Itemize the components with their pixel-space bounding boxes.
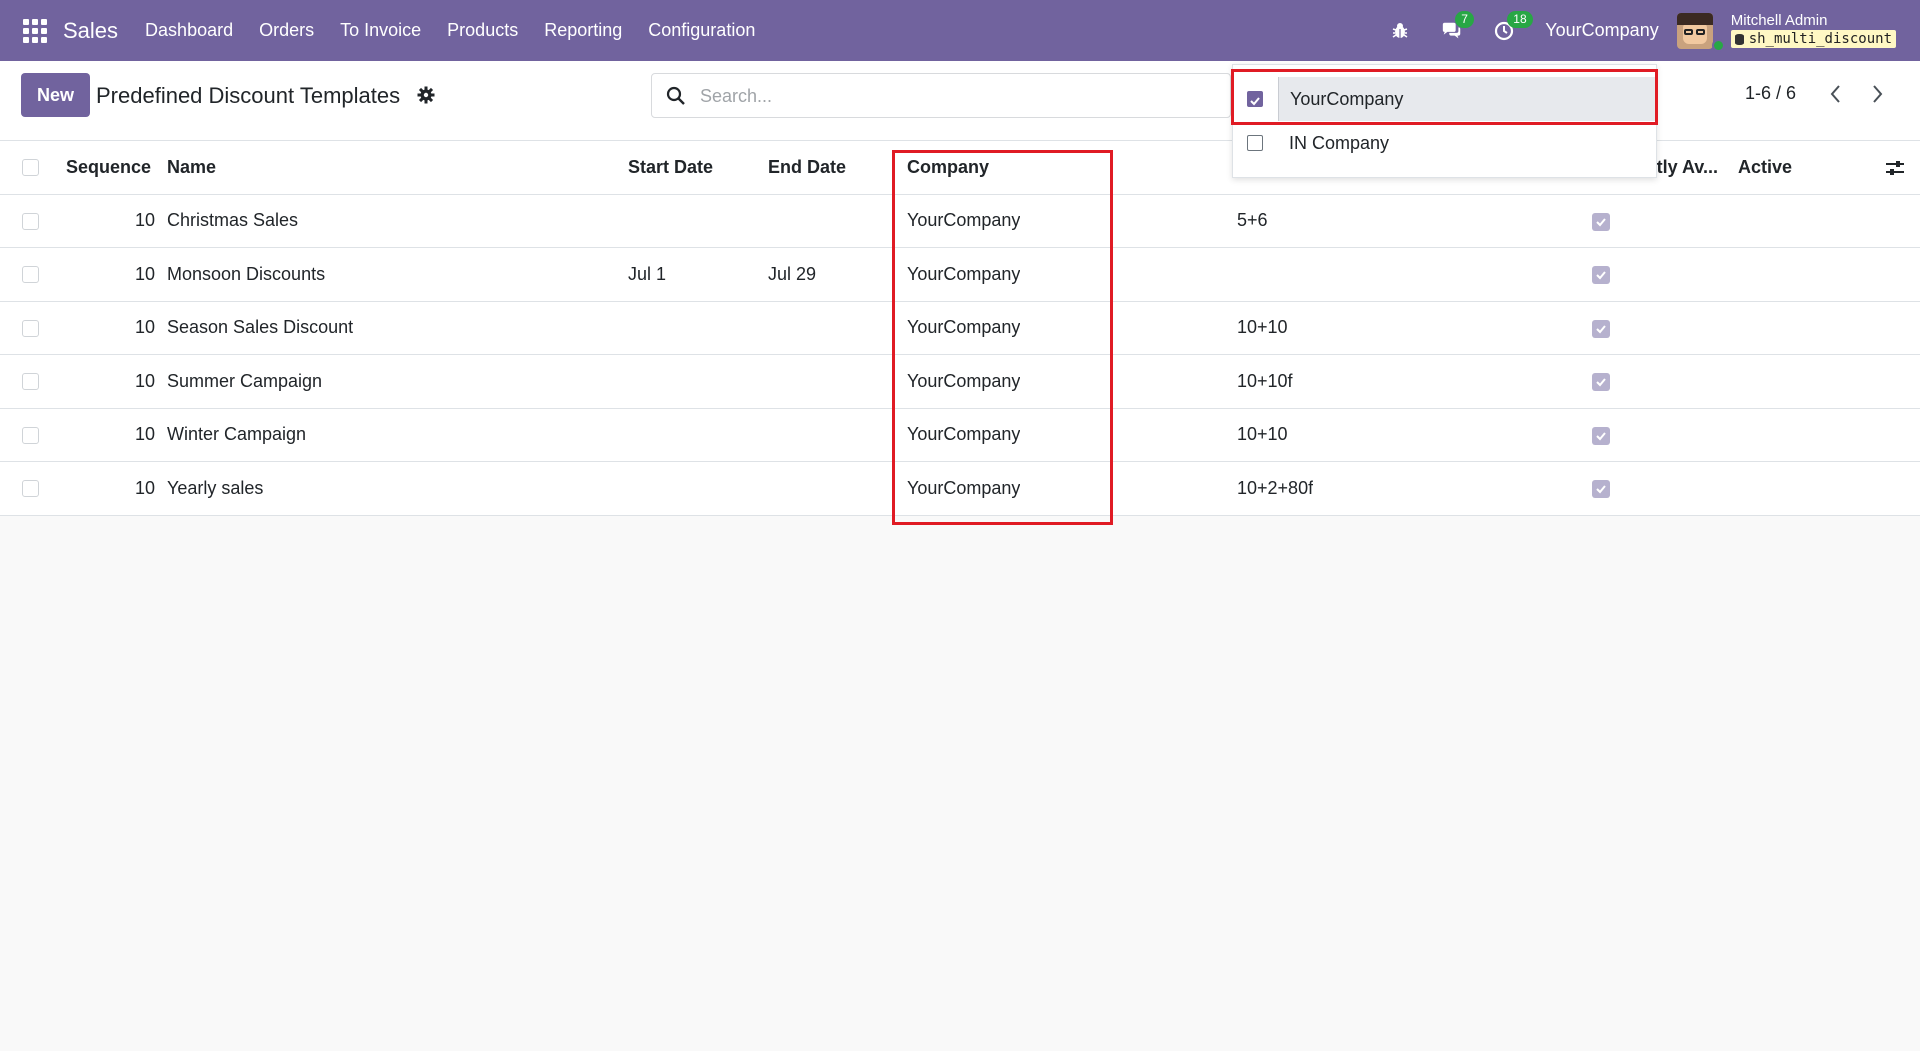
activities-clock-icon[interactable]: 18: [1493, 10, 1533, 42]
menu-to-invoice[interactable]: To Invoice: [327, 0, 434, 61]
company-option-checkbox[interactable]: [1247, 135, 1263, 151]
menu-products[interactable]: Products: [434, 0, 531, 61]
cell-sequence: 10: [134, 477, 155, 498]
debug-bug-icon[interactable]: [1389, 20, 1411, 42]
page-title: Predefined Discount Templates: [96, 83, 401, 108]
row-select-checkbox[interactable]: [22, 319, 39, 337]
pager-value[interactable]: 1-6 / 6: [1745, 83, 1796, 104]
database-name: sh_multi_discount: [1748, 31, 1892, 47]
company-option-label[interactable]: IN Company: [1278, 121, 1658, 165]
cell-name: Winter Campaign: [167, 424, 307, 445]
column-header-active[interactable]: Active: [1738, 141, 1792, 194]
cell-company: YourCompany: [907, 477, 1021, 498]
search-input[interactable]: [700, 82, 1200, 110]
cell-name: Season Sales Discount: [167, 317, 354, 338]
cell-name: Christmas Sales: [167, 210, 299, 231]
top-navbar: Sales Dashboard Orders To Invoice Produc…: [0, 0, 1920, 61]
app-name[interactable]: Sales: [63, 18, 118, 44]
table-row[interactable]: 10 Winter Campaign YourCompany 10+10: [0, 408, 1920, 462]
user-menu[interactable]: Mitchell Admin sh_multi_discount: [1730, 12, 1896, 48]
cell-end-date: Jul 29: [768, 263, 817, 284]
cell-sequence: 10: [134, 370, 155, 391]
company-option-in-company[interactable]: IN Company: [1233, 121, 1658, 165]
online-status-dot: [1711, 38, 1725, 52]
company-option-checkbox[interactable]: [1247, 91, 1263, 107]
cell-discount: 5+6: [1237, 210, 1268, 231]
optional-columns-sliders-icon[interactable]: [1885, 158, 1905, 178]
apps-grid-icon[interactable]: [23, 18, 47, 43]
row-select-checkbox[interactable]: [22, 373, 39, 390]
cell-name: Yearly sales: [167, 477, 264, 498]
search-icon: [666, 86, 686, 106]
company-option-yourcompany[interactable]: YourCompany: [1233, 77, 1658, 121]
company-switcher[interactable]: YourCompany: [1545, 20, 1658, 41]
cell-discount: 10+10: [1237, 317, 1288, 338]
active-checkbox-readonly: [1592, 373, 1610, 391]
cell-sequence: 10: [134, 424, 155, 445]
menu-configuration[interactable]: Configuration: [635, 0, 768, 61]
search-box: [651, 73, 1231, 118]
active-checkbox-readonly: [1592, 212, 1610, 231]
table-row[interactable]: 10 Season Sales Discount YourCompany 10+10: [0, 301, 1920, 355]
column-header-company[interactable]: Company: [907, 141, 989, 194]
cell-sequence: 10: [134, 263, 155, 284]
activities-count-badge: 18: [1507, 10, 1533, 28]
table-row[interactable]: 10 Monsoon Discounts Jul 1 Jul 29 YourCompan…: [0, 248, 1920, 302]
table-body: 10 Christmas Sales YourCompany 5+6 10 Monsoon…: [0, 194, 1920, 516]
gear-icon[interactable]: [417, 86, 435, 104]
cell-start-date: Jul 1: [628, 263, 667, 284]
select-all-checkbox[interactable]: [22, 159, 39, 176]
row-select-checkbox[interactable]: [22, 266, 39, 283]
cell-discount: 10+10f: [1237, 370, 1293, 391]
list-table: Sequence Name Start Date End Date Compan…: [0, 141, 1920, 516]
cell-company: YourCompany: [907, 370, 1021, 391]
column-header-name[interactable]: Name: [167, 141, 216, 194]
database-icon: [1734, 33, 1744, 45]
menu-orders[interactable]: Orders: [246, 0, 327, 61]
column-header-sequence[interactable]: Sequence: [66, 141, 151, 194]
cell-sequence: 10: [134, 317, 155, 338]
menu-reporting[interactable]: Reporting: [531, 0, 635, 61]
messages-chat-icon[interactable]: 7: [1441, 10, 1474, 42]
active-checkbox-readonly: [1592, 266, 1610, 284]
pager-next-icon[interactable]: [1867, 83, 1887, 105]
company-option-label[interactable]: YourCompany: [1278, 77, 1658, 121]
pager-previous-icon[interactable]: [1826, 83, 1846, 105]
row-select-checkbox[interactable]: [22, 426, 39, 444]
active-checkbox-readonly: [1592, 319, 1610, 338]
database-badge: sh_multi_discount: [1730, 30, 1896, 48]
cell-discount: 10+2+80f: [1237, 477, 1314, 498]
row-select-checkbox[interactable]: [22, 212, 39, 230]
new-button[interactable]: New: [21, 73, 90, 117]
active-checkbox-readonly: [1592, 480, 1610, 498]
cell-company: YourCompany: [907, 317, 1021, 338]
cell-sequence: 10: [134, 210, 155, 231]
cell-discount: 10+10: [1237, 424, 1288, 445]
column-header-start-date[interactable]: Start Date: [628, 141, 713, 194]
main-menu: Dashboard Orders To Invoice Products Rep…: [132, 0, 768, 61]
table-row[interactable]: 10 Summer Campaign YourCompany 10+10f: [0, 355, 1920, 409]
active-checkbox-readonly: [1592, 426, 1610, 445]
avatar: [1676, 12, 1713, 49]
table-row[interactable]: 10 Christmas Sales YourCompany 5+6: [0, 194, 1920, 248]
column-header-end-date[interactable]: End Date: [768, 141, 846, 194]
menu-dashboard[interactable]: Dashboard: [132, 0, 246, 61]
navbar-systray: 7 18 YourCompany Mitchell Admin sh_multi…: [1389, 0, 1920, 61]
user-name: Mitchell Admin: [1730, 12, 1828, 29]
table-row[interactable]: 10 Yearly sales YourCompany 10+2+80f: [0, 462, 1920, 516]
cell-name: Summer Campaign: [167, 370, 323, 391]
cell-company: YourCompany: [907, 424, 1021, 445]
cell-company: YourCompany: [907, 263, 1021, 284]
user-avatar-wrap[interactable]: [1676, 12, 1725, 52]
row-select-checkbox[interactable]: [22, 480, 39, 497]
cell-name: Monsoon Discounts: [167, 263, 326, 284]
company-dropdown: YourCompany IN Company: [1232, 64, 1658, 178]
cell-company: YourCompany: [907, 210, 1021, 231]
messages-count-badge: 7: [1455, 10, 1474, 28]
